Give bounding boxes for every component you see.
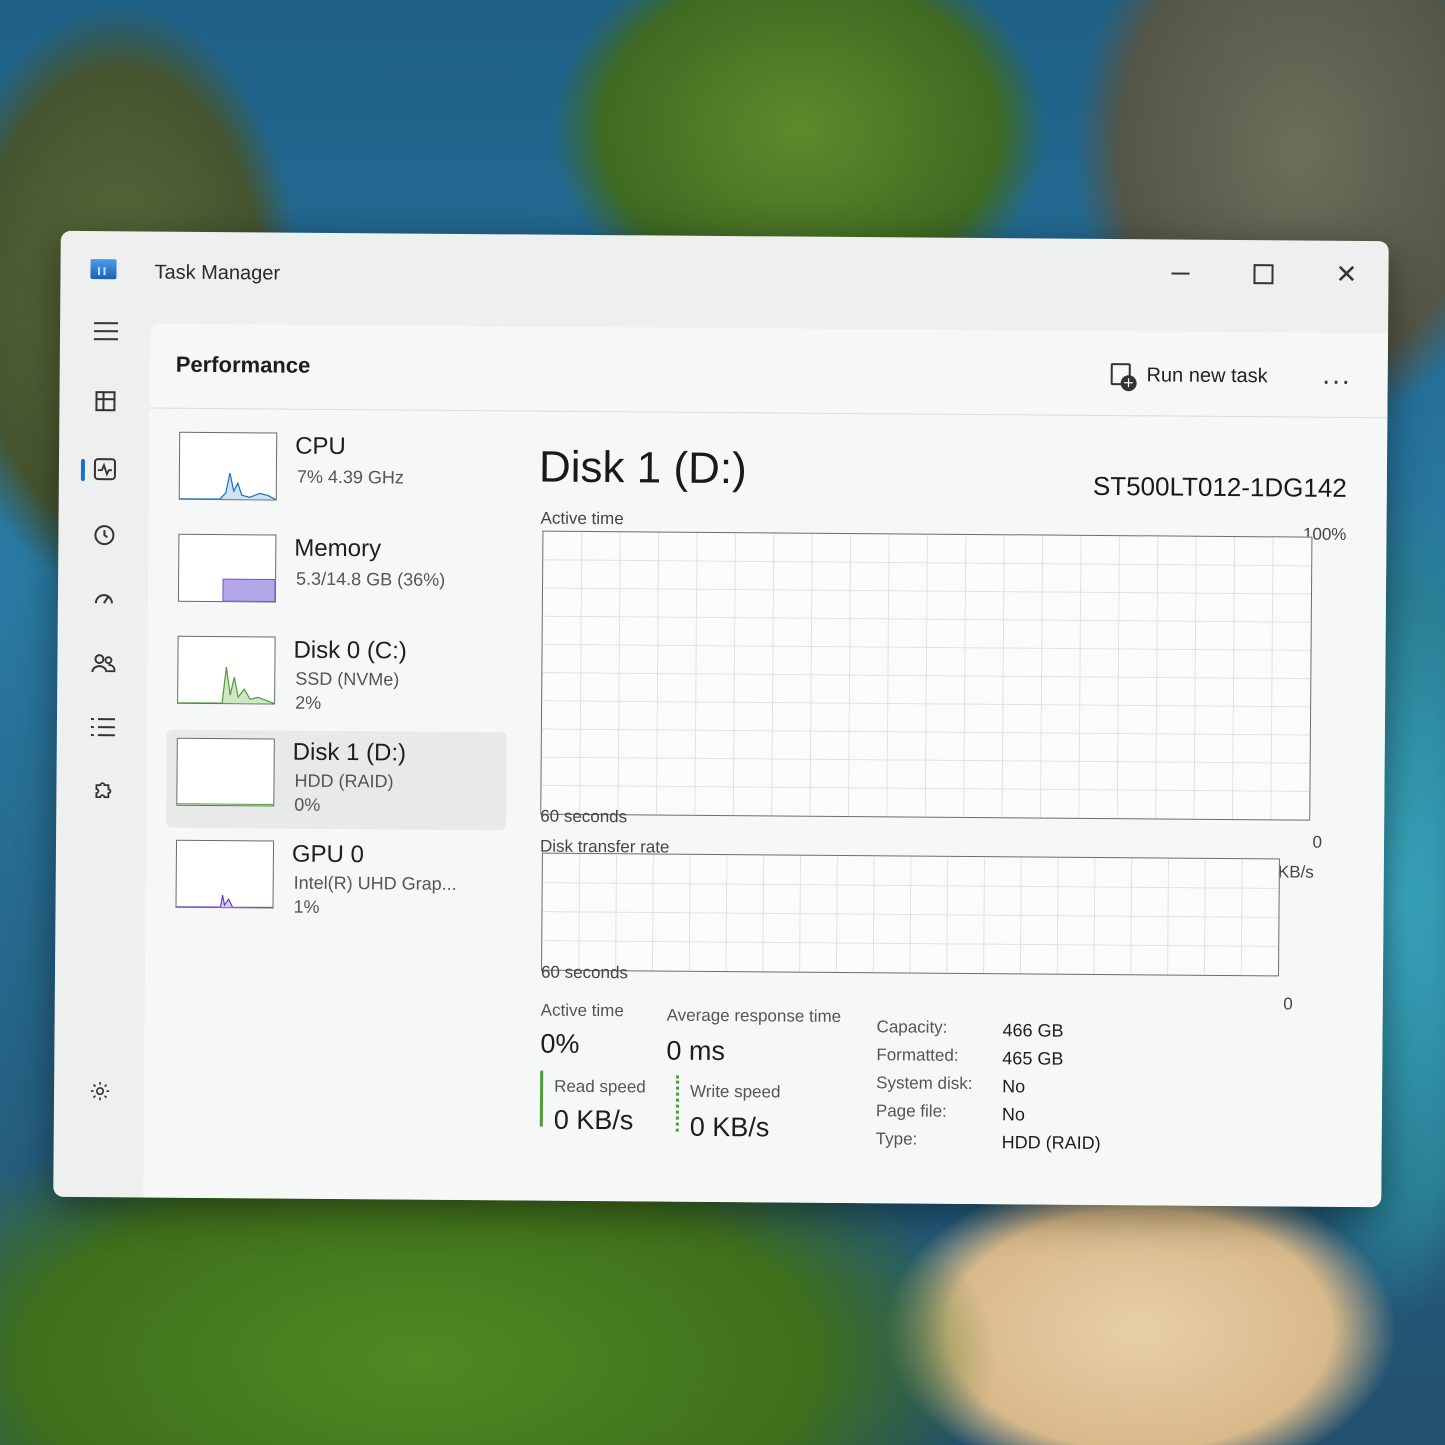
close-button[interactable]: ✕	[1316, 255, 1376, 295]
write-speed-indicator	[675, 1075, 680, 1132]
spec-type-label: Type:	[875, 1129, 918, 1149]
device-name: GPU 0	[291, 840, 365, 869]
transfer-rate-duration-label: 60 seconds	[540, 962, 629, 983]
window-title: Task Manager	[154, 261, 281, 285]
maximize-button[interactable]	[1233, 254, 1293, 294]
device-item-gpu-0[interactable]: GPU 0 Intel(R) UHD Grap... 1%	[165, 832, 506, 933]
startup-apps-icon[interactable]	[90, 585, 118, 613]
gear-icon[interactable]	[86, 1077, 114, 1105]
run-new-task-label: Run new task	[1146, 363, 1268, 387]
device-detail: 7% 4.39 GHz	[296, 466, 405, 488]
disk-model: ST500LT012-1DG142	[1092, 470, 1347, 503]
services-puzzle-icon[interactable]	[88, 777, 116, 805]
memory-thumbnail-graph	[177, 533, 277, 603]
active-nav-indicator	[80, 458, 86, 481]
device-name: Memory	[294, 534, 382, 563]
avg-response-value: 0 ms	[666, 1035, 726, 1067]
task-manager-window: Task Manager ✕ Performance + Run new tas…	[53, 230, 1389, 1208]
device-detail: 5.3/14.8 GB (36%)	[296, 568, 446, 590]
device-usage: 0%	[294, 794, 321, 815]
gpu-thumbnail-graph	[175, 839, 275, 909]
active-time-stat-value: 0%	[540, 1028, 580, 1059]
active-time-min-label: 0	[1312, 832, 1323, 852]
spec-page-file-value: No	[1001, 1104, 1025, 1125]
users-icon[interactable]	[89, 649, 117, 677]
spec-type-value: HDD (RAID)	[1001, 1132, 1101, 1153]
active-time-graph	[540, 530, 1313, 821]
disk-detail-panel: Disk 1 (D:) ST500LT012-1DG142 Active tim…	[533, 423, 1347, 1187]
minimize-icon	[1171, 272, 1190, 275]
device-detail: SSD (NVMe)	[295, 668, 400, 690]
header-divider	[149, 407, 1388, 419]
more-options-button[interactable]: ...	[1322, 359, 1352, 391]
close-icon: ✕	[1335, 259, 1358, 290]
processes-icon[interactable]	[91, 387, 119, 415]
spec-capacity-value: 466 GB	[1002, 1020, 1064, 1041]
device-name: CPU	[295, 432, 346, 461]
maximize-icon	[1253, 264, 1274, 285]
spec-system-disk-label: System disk:	[876, 1073, 973, 1093]
active-time-stat-label: Active time	[540, 1000, 624, 1021]
device-item-disk-1[interactable]: Disk 1 (D:) HDD (RAID) 0%	[166, 729, 507, 831]
page-title: Performance	[175, 351, 311, 378]
title-bar[interactable]: Task Manager ✕	[60, 231, 1389, 311]
run-task-icon	[1110, 363, 1134, 387]
minimize-button[interactable]	[1150, 253, 1210, 293]
hamburger-menu-icon[interactable]	[92, 317, 120, 345]
device-detail: HDD (RAID)	[294, 770, 394, 792]
transfer-rate-grid	[542, 853, 1279, 976]
spec-formatted-label: Formatted:	[876, 1045, 959, 1065]
device-detail: Intel(R) UHD Grap...	[293, 872, 457, 894]
spec-formatted-value: 465 GB	[1002, 1048, 1064, 1069]
avg-response-label: Average response time	[666, 1005, 842, 1026]
write-speed-label: Write speed	[690, 1081, 781, 1102]
read-speed-value: 0 KB/s	[553, 1104, 634, 1136]
read-speed-label: Read speed	[554, 1076, 646, 1097]
device-item-cpu[interactable]: CPU 7% 4.39 GHz	[169, 424, 510, 525]
device-name: Disk 0 (C:)	[293, 636, 407, 665]
spec-system-disk-value: No	[1002, 1076, 1026, 1097]
write-speed-value: 0 KB/s	[689, 1111, 770, 1143]
disk-title: Disk 1 (D:)	[538, 442, 747, 494]
transfer-rate-graph	[541, 852, 1280, 977]
active-time-grid	[541, 531, 1312, 820]
disk-0-thumbnail-graph	[177, 635, 276, 705]
device-usage: 2%	[295, 692, 322, 713]
device-item-memory[interactable]: Memory 5.3/14.8 GB (36%)	[168, 526, 509, 627]
task-manager-app-icon	[90, 259, 117, 280]
device-name: Disk 1 (D:)	[292, 738, 407, 767]
app-history-icon[interactable]	[90, 521, 118, 549]
details-list-icon[interactable]	[89, 713, 117, 741]
nav-sidebar	[53, 301, 150, 1198]
performance-content: Performance Run new task ... CPU 7% 4.39…	[143, 323, 1389, 1208]
read-speed-indicator	[539, 1070, 544, 1127]
performance-icon[interactable]	[91, 455, 119, 483]
spec-capacity-label: Capacity:	[876, 1017, 948, 1037]
device-list: CPU 7% 4.39 GHz Memory 5.3/14.8 GB (36%)…	[165, 424, 509, 937]
spec-page-file-label: Page file:	[875, 1101, 947, 1121]
device-item-disk-0[interactable]: Disk 0 (C:) SSD (NVMe) 2%	[167, 628, 508, 729]
active-time-graph-label: Active time	[540, 508, 624, 529]
run-new-task-button[interactable]: Run new task	[1110, 363, 1267, 388]
transfer-rate-min-label: 0	[1283, 994, 1293, 1014]
cpu-thumbnail-graph	[178, 431, 278, 501]
disk-1-thumbnail-graph	[176, 737, 275, 807]
device-usage: 1%	[293, 896, 320, 917]
active-time-duration-label: 60 seconds	[540, 806, 628, 827]
